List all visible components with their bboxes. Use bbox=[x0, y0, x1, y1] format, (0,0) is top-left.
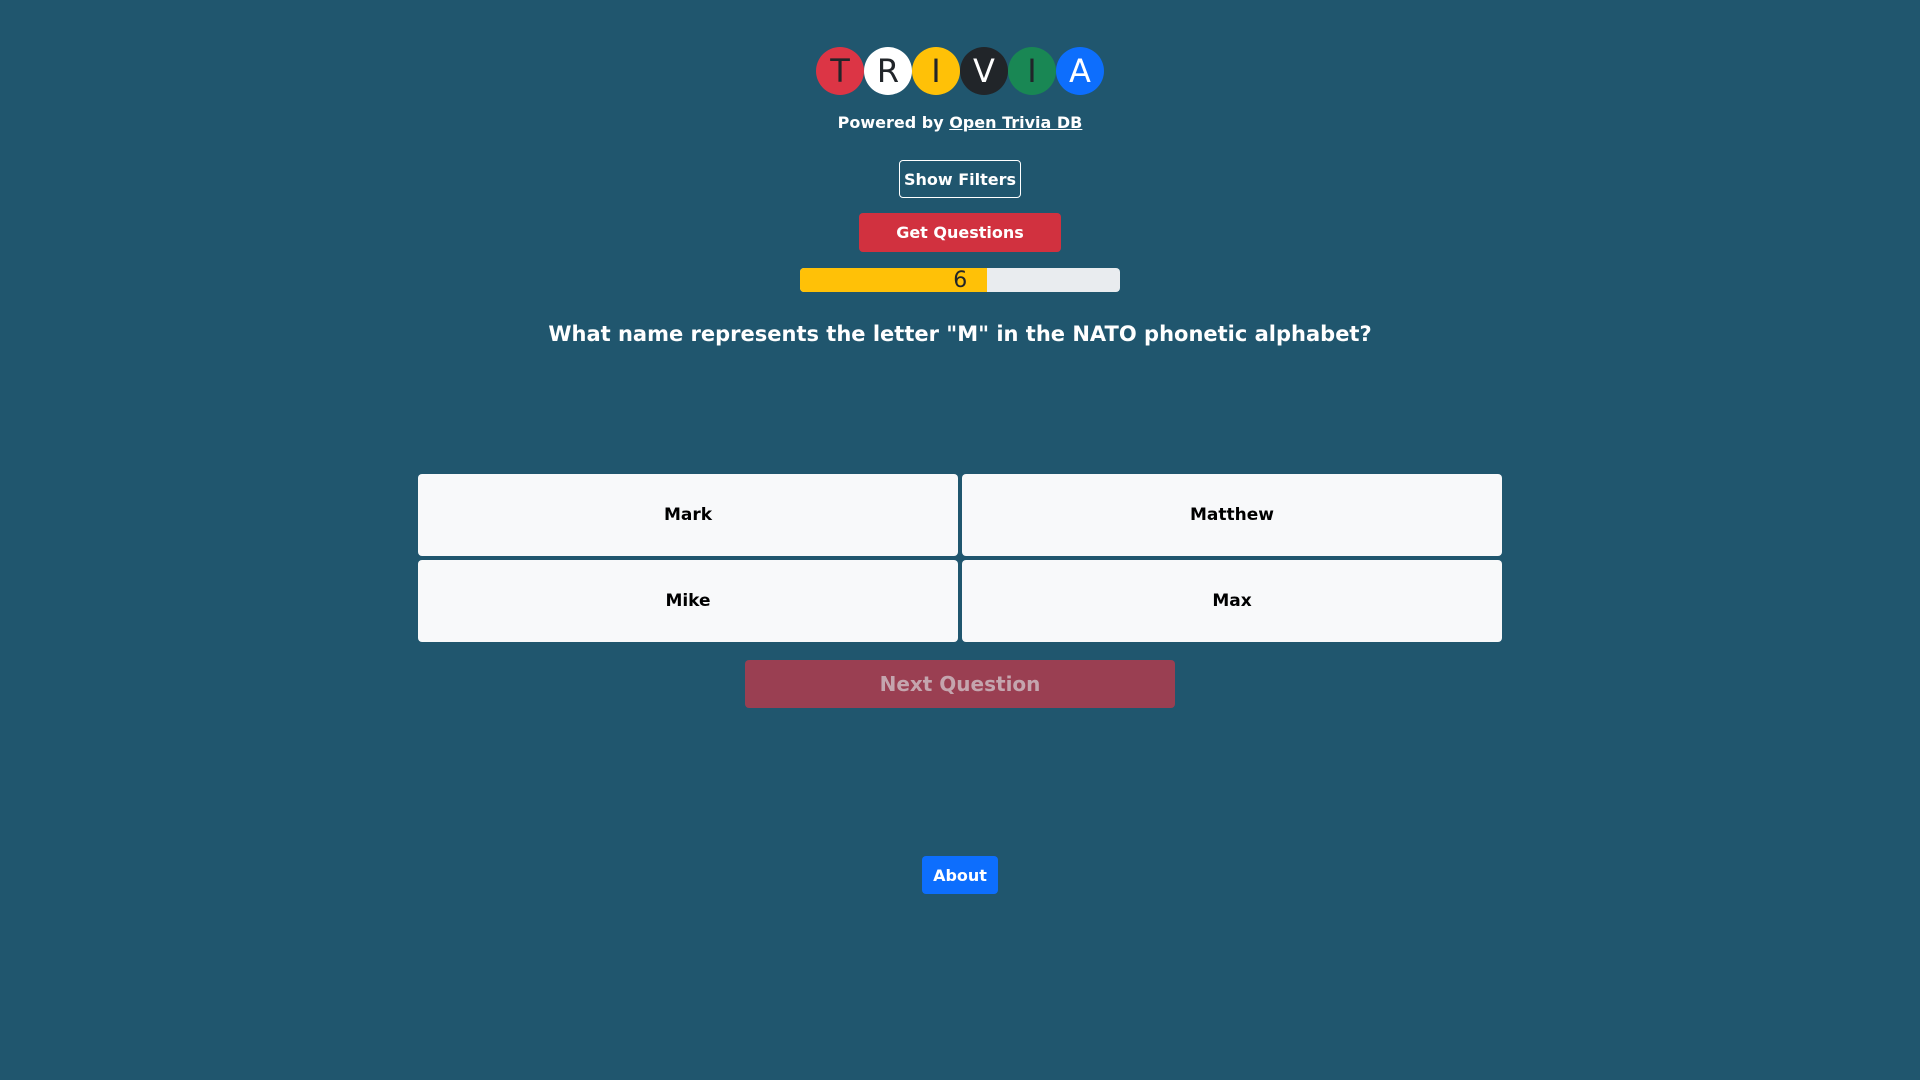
logo-letter-a: A bbox=[1056, 47, 1104, 95]
answer-option-2[interactable]: Matthew bbox=[962, 474, 1502, 556]
powered-by-text: Powered by Open Trivia DB bbox=[0, 113, 1920, 132]
logo-letter-i: I bbox=[912, 47, 960, 95]
question-text: What name represents the letter "M" in t… bbox=[548, 322, 1372, 346]
logo-letter-r: R bbox=[864, 47, 912, 95]
progress-fill: 6 bbox=[800, 268, 988, 292]
progress-label: 6 bbox=[953, 268, 968, 292]
powered-by-prefix: Powered by bbox=[837, 113, 944, 132]
logo-letter-i-2: I bbox=[1008, 47, 1056, 95]
trivia-logo: T R I V I A bbox=[816, 47, 1104, 95]
logo-letter-v: V bbox=[960, 47, 1008, 95]
answer-option-4[interactable]: Max bbox=[962, 560, 1502, 642]
show-filters-button[interactable]: Show Filters bbox=[899, 160, 1021, 198]
next-question-button[interactable]: Next Question bbox=[745, 660, 1175, 708]
trivia-page: T R I V I A Powered by Open Trivia DB Sh… bbox=[0, 0, 1920, 1080]
open-trivia-db-link[interactable]: Open Trivia DB bbox=[949, 113, 1082, 132]
get-questions-button[interactable]: Get Questions bbox=[859, 213, 1061, 252]
logo-letter-t: T bbox=[816, 47, 864, 95]
question-progress-bar: 6 bbox=[800, 268, 1120, 292]
answer-option-1[interactable]: Mark bbox=[418, 474, 958, 556]
answer-option-3[interactable]: Mike bbox=[418, 560, 958, 642]
about-button[interactable]: About bbox=[922, 856, 998, 894]
